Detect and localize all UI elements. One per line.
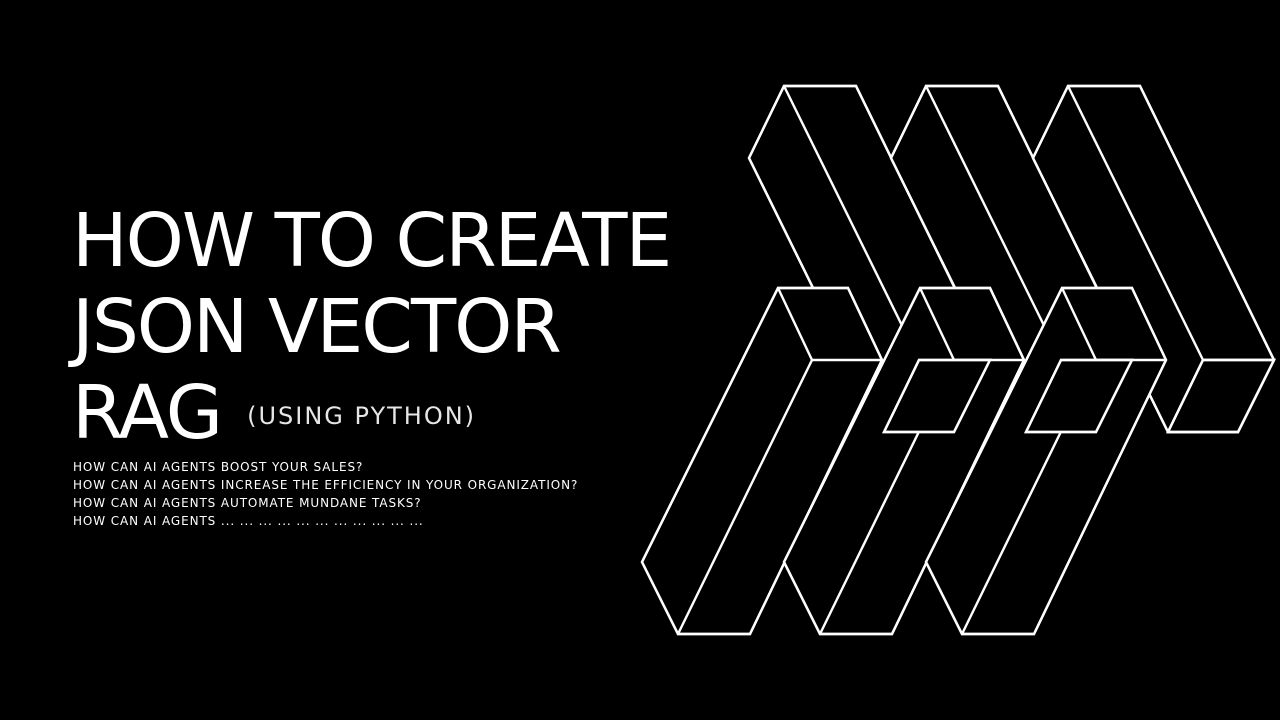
slide: HOW TO CREATE JSON VECTOR RAG (USING PYT… bbox=[0, 0, 1280, 720]
isometric-bars-graphic bbox=[640, 84, 1276, 636]
top-bar-tips bbox=[882, 358, 1276, 434]
